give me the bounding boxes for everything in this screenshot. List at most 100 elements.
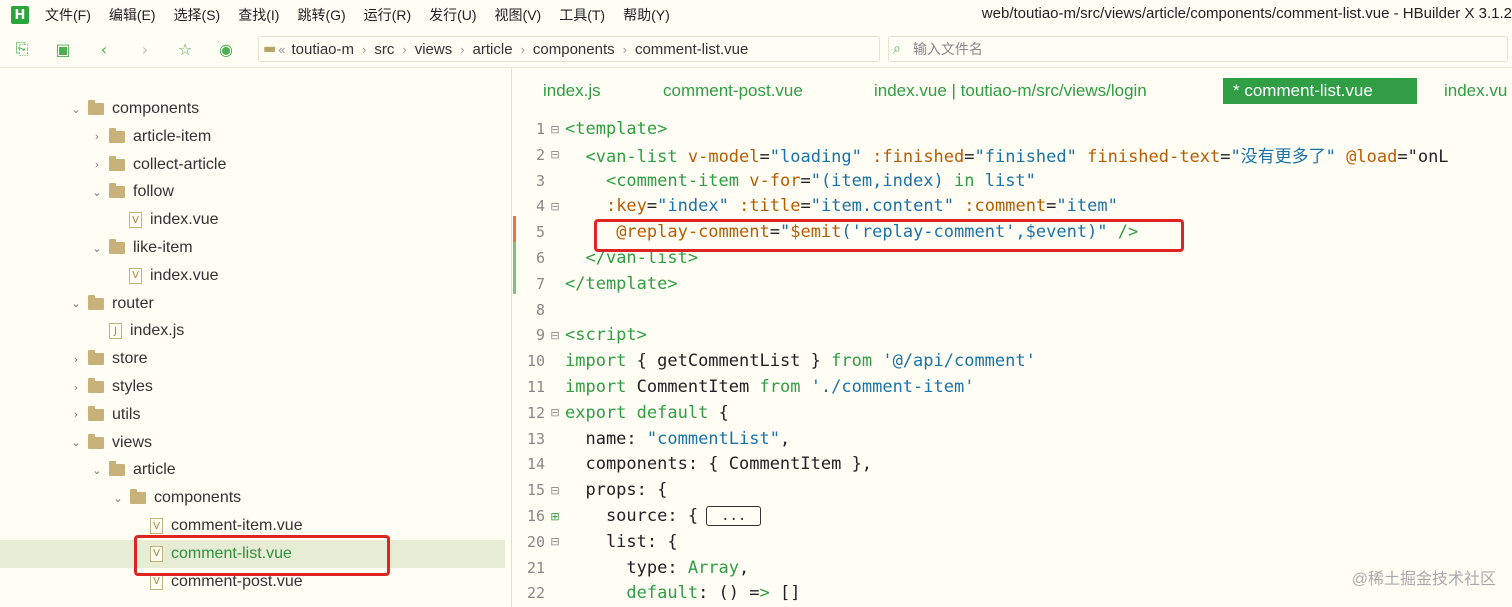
- code-line[interactable]: 9 ⊟ <script>: [513, 322, 1512, 348]
- fold-collapse-icon[interactable]: ⊟: [545, 406, 565, 419]
- tab-index-vue[interactable]: index.vu: [1434, 78, 1512, 104]
- run-icon[interactable]: ◉: [216, 39, 236, 59]
- menu-goto[interactable]: 跳转(G): [297, 5, 345, 25]
- breadcrumb-item[interactable]: toutiao-m: [291, 41, 354, 58]
- tree-item[interactable]: Jindex.js: [0, 317, 505, 345]
- tab-index-js[interactable]: index.js: [533, 78, 611, 104]
- code-line[interactable]: 3 <comment-item v-for="(item,index) in l…: [513, 168, 1512, 194]
- menu-edit[interactable]: 编辑(E): [109, 5, 156, 25]
- chevron-down-icon[interactable]: ⌄: [70, 297, 82, 310]
- code-line[interactable]: 20 ⊟ list: {: [513, 529, 1512, 555]
- code-text: type: Array,: [565, 557, 750, 578]
- forward-icon[interactable]: ›: [135, 39, 155, 59]
- code-line[interactable]: 12 ⊟ export default {: [513, 400, 1512, 426]
- code-line[interactable]: 8: [513, 297, 1512, 323]
- menu-select[interactable]: 选择(S): [174, 5, 221, 25]
- code-line[interactable]: 1 ⊟ <template>: [513, 116, 1512, 142]
- code-line[interactable]: 4 ⊟ :key="index" :title="item.content" :c…: [513, 193, 1512, 219]
- tree-item[interactable]: › store: [0, 345, 505, 373]
- code-area[interactable]: 1 ⊟ <template> 2 ⊟ <van-list v-model="loadin…: [513, 116, 1512, 607]
- menu-help[interactable]: 帮助(Y): [623, 5, 670, 25]
- tab-comment-list-active[interactable]: * comment-list.vue: [1223, 78, 1417, 104]
- chevron-down-icon[interactable]: ⌄: [70, 103, 82, 116]
- tree-item[interactable]: › collect-article: [0, 151, 505, 179]
- fold-expand-icon[interactable]: ⊞: [545, 510, 565, 523]
- file-search-input[interactable]: [912, 41, 1473, 57]
- code-line[interactable]: 16 ⊞ source: {...: [513, 503, 1512, 529]
- chevron-right-icon[interactable]: ›: [70, 381, 82, 394]
- code-line[interactable]: 15 ⊟ props: {: [513, 477, 1512, 503]
- tree-item[interactable]: › styles: [0, 373, 505, 401]
- tab-comment-post[interactable]: comment-post.vue: [653, 78, 813, 104]
- star-icon[interactable]: ☆: [175, 39, 195, 59]
- code-text: <comment-item v-for="(item,index) in lis…: [605, 170, 1036, 191]
- breadcrumb-item[interactable]: src: [374, 41, 394, 58]
- menu-run[interactable]: 运行(R): [364, 5, 411, 25]
- chevron-down-icon[interactable]: ⌄: [91, 242, 103, 255]
- menu-view[interactable]: 视图(V): [495, 5, 542, 25]
- code-line[interactable]: 13 name: "commentList",: [513, 426, 1512, 452]
- tree-item[interactable]: ⌄ follow: [0, 178, 505, 206]
- tree-item-label: article-item: [133, 127, 212, 145]
- breadcrumb-item[interactable]: views: [415, 41, 453, 58]
- folder-icon: [109, 461, 125, 477]
- highlight-box-code: [594, 219, 1184, 252]
- line-number: 8: [535, 300, 545, 319]
- code-line[interactable]: 7 </template>: [513, 271, 1512, 297]
- tree-item[interactable]: › utils: [0, 401, 505, 429]
- tree-item[interactable]: ⌄ views: [0, 429, 505, 457]
- chevron-down-icon[interactable]: ⌄: [112, 492, 124, 505]
- line-number: 15: [526, 481, 545, 500]
- breadcrumb-item[interactable]: components: [533, 41, 615, 58]
- menu-file[interactable]: 文件(F): [45, 5, 91, 25]
- fold-collapse-icon[interactable]: ⊟: [545, 148, 565, 161]
- chevron-right-icon[interactable]: ›: [70, 353, 82, 366]
- chevron-down-icon[interactable]: ⌄: [91, 464, 103, 477]
- fold-collapse-icon[interactable]: ⊟: [545, 535, 565, 548]
- fold-collapse-icon[interactable]: ⊟: [545, 200, 565, 213]
- code-line[interactable]: 14 components: { CommentItem },: [513, 451, 1512, 477]
- chevron-right-icon[interactable]: ›: [91, 158, 103, 171]
- code-editor: index.js comment-post.vue index.vue | to…: [513, 68, 1512, 607]
- file-search-box[interactable]: ⌕: [888, 36, 1508, 62]
- line-number: 5: [535, 223, 545, 242]
- save-icon[interactable]: ▣: [53, 39, 73, 59]
- tree-item[interactable]: Vindex.vue: [0, 262, 505, 290]
- chevron-down-icon[interactable]: ⌄: [70, 436, 82, 449]
- tree-item[interactable]: ⌄ router: [0, 290, 505, 318]
- folder-icon: [88, 405, 104, 421]
- line-number: 20: [526, 532, 545, 551]
- back-icon[interactable]: ‹: [94, 39, 114, 59]
- breadcrumb-item-current[interactable]: comment-list.vue: [635, 41, 748, 58]
- code-line[interactable]: 10 import { getCommentList } from '@/api/…: [513, 348, 1512, 374]
- tree-item[interactable]: › article-item: [0, 123, 505, 151]
- fold-collapse-icon[interactable]: ⊟: [545, 329, 565, 342]
- code-text: components: { CommentItem },: [565, 454, 873, 475]
- tree-item-label: article: [133, 461, 176, 479]
- chevron-down-icon[interactable]: ⌄: [91, 186, 103, 199]
- code-line[interactable]: 11 import CommentItem from './comment-ite…: [513, 374, 1512, 400]
- tree-item[interactable]: Vindex.vue: [0, 206, 505, 234]
- collapsed-code-block[interactable]: ...: [706, 506, 762, 526]
- fold-collapse-icon[interactable]: ⊟: [545, 484, 565, 497]
- menu-publish[interactable]: 发行(U): [429, 5, 476, 25]
- menu-find[interactable]: 查找(I): [238, 5, 279, 25]
- tab-index-vue-login[interactable]: index.vue | toutiao-m/src/views/login: [864, 78, 1157, 104]
- folder-icon: [109, 155, 125, 171]
- code-text: <script>: [565, 325, 647, 346]
- line-number: 3: [535, 171, 545, 190]
- chevron-right-icon[interactable]: ›: [70, 408, 82, 421]
- tree-item[interactable]: ⌄ like-item: [0, 234, 505, 262]
- breadcrumb-item[interactable]: article: [473, 41, 513, 58]
- code-line[interactable]: 2 ⊟ <van-list v-model="loading" :finished…: [513, 142, 1512, 168]
- tree-item-label: store: [112, 350, 148, 368]
- tree-item[interactable]: ⌄ components: [0, 95, 505, 123]
- tree-item-label: comment-item.vue: [171, 517, 303, 534]
- tree-item[interactable]: ⌄ article: [0, 456, 505, 484]
- chevron-right-icon[interactable]: ›: [91, 130, 103, 143]
- new-file-icon[interactable]: ⎘: [12, 39, 32, 59]
- menu-tools[interactable]: 工具(T): [559, 5, 605, 25]
- tree-item-label: utils: [112, 405, 141, 423]
- tree-item[interactable]: ⌄ components: [0, 484, 505, 512]
- fold-collapse-icon[interactable]: ⊟: [545, 123, 565, 136]
